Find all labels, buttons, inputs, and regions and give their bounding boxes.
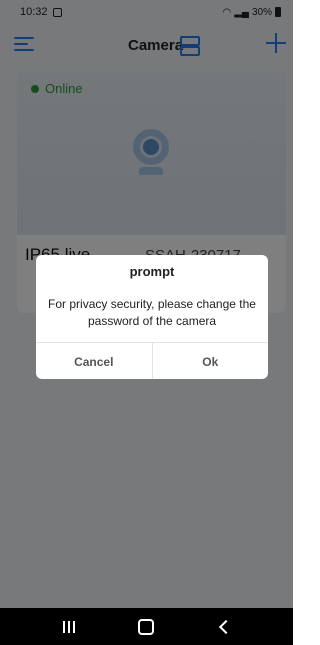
back-icon xyxy=(219,619,234,634)
dialog-message: For privacy security, please change the … xyxy=(48,297,256,328)
dialog-title: prompt xyxy=(129,264,175,279)
back-button[interactable] xyxy=(214,617,234,637)
home-button[interactable] xyxy=(136,617,156,637)
recents-button[interactable] xyxy=(59,617,79,637)
home-icon xyxy=(138,618,155,635)
system-nav-bar xyxy=(0,608,293,645)
cancel-button[interactable]: Cancel xyxy=(36,343,153,379)
privacy-dialog: prompt For privacy security, please chan… xyxy=(36,255,268,379)
app-screen: 10:32 ◠ ▂▄ 30% Camera Online xyxy=(0,0,293,645)
recents-icon xyxy=(62,620,75,633)
dialog-buttons: Cancel Ok xyxy=(36,342,268,379)
ok-button[interactable]: Ok xyxy=(153,343,269,379)
